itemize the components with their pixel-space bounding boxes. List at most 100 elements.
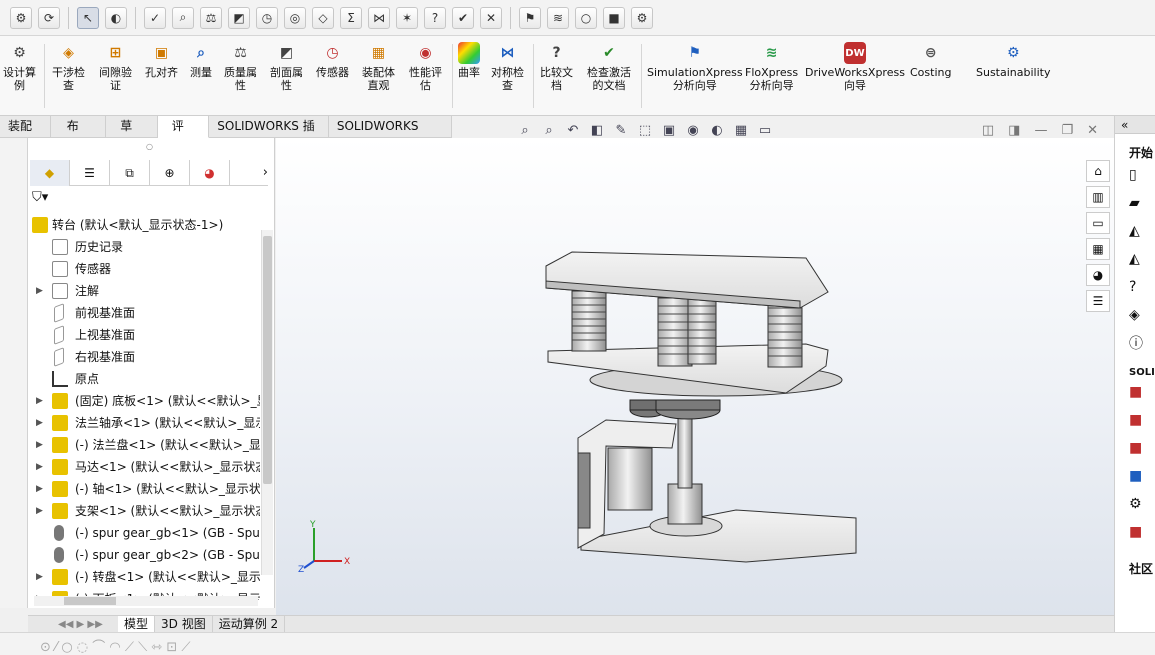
info-icon[interactable]: ⓘ (1115, 329, 1155, 357)
curvature-icon[interactable]: ✶ (396, 6, 418, 29)
graphics-viewport[interactable]: ⌕ ⌕ ↶ ◧ ✎ ⬚ ▣ ◉ ◐ ▦ ▭ ◫ ◨ — ❐ ✕ Y X Z (276, 123, 1114, 616)
appearances-icon[interactable]: ◕ (1086, 264, 1110, 286)
home-icon[interactable]: ⌂ (1086, 160, 1110, 182)
previous-view-icon[interactable]: ↶ (564, 121, 582, 139)
shaft[interactable] (677, 407, 693, 489)
configurationmanager-tab-icon[interactable]: ⧉ (110, 160, 150, 186)
restore-icon[interactable]: ❐ (1061, 123, 1073, 138)
solidworks-app-icon[interactable]: ⚙ (1115, 490, 1155, 518)
tab-3d-view[interactable]: 3D 视图 (155, 615, 213, 633)
section-properties-button[interactable]: ◩ 剖面属 性 (270, 42, 303, 92)
scrollbar-thumb[interactable] (64, 597, 116, 605)
base-plate[interactable] (580, 509, 857, 563)
spring-right[interactable] (767, 300, 803, 368)
view-settings-icon[interactable]: ▭ (756, 121, 774, 139)
tree-item[interactable]: 传感器 (28, 258, 260, 280)
tree-item[interactable]: ▶ 注解 (28, 280, 260, 302)
expand-arrow-icon[interactable]: ▶ (36, 456, 46, 478)
dimxpert-tab-icon[interactable]: ⊕ (150, 160, 190, 186)
symmetry-icon[interactable]: ⋈ (368, 6, 390, 29)
simulationxpress-button[interactable]: ⚑ SimulationXpress 分析向导 (647, 42, 743, 92)
zoom-to-area-icon[interactable]: ⌕ (540, 121, 558, 139)
tree-item[interactable]: ▶ 支架<1> (默认<<默认>_显示状态 (28, 500, 260, 522)
mass-properties-button[interactable]: ⚖ 质量属 性 (224, 42, 257, 92)
spring-center-right[interactable] (687, 297, 717, 365)
tab-solidworks-addins[interactable]: SOLIDWORKS 插件 (209, 116, 329, 154)
spring-center-left[interactable] (657, 297, 693, 367)
zoom-to-fit-icon[interactable]: ⌕ (516, 121, 534, 139)
tab-model[interactable]: 模型 (118, 615, 156, 633)
tab-motion-study[interactable]: 运动算例 2 (213, 615, 286, 633)
custom-properties-icon[interactable]: ☰ (1086, 290, 1110, 312)
tab-evaluate[interactable]: 评估 (157, 116, 210, 154)
driveworksxpress-button[interactable]: DW DriveWorksXpress 向导 (805, 42, 905, 92)
performance-button[interactable]: ◉ 性能评 估 (409, 42, 442, 92)
apply-scene-icon[interactable]: ▦ (732, 121, 750, 139)
solidworks-app-icon[interactable]: ■ (1115, 378, 1155, 406)
solidworks-app-icon[interactable]: ■ (1115, 406, 1155, 434)
symmetry-check-button[interactable]: ⋈ 对称检 查 (491, 42, 524, 92)
sketch-tools-icon[interactable]: ⊙ ⁄ ○ ◌ ⌒ ◠ ⟋ ⟍ ⇿ ⊡ ⟋ (40, 636, 191, 655)
tree-item[interactable]: (-) spur gear_gb<2> (GB - Spur (28, 544, 260, 566)
training-icon[interactable]: ◭ (1115, 245, 1155, 273)
tree-root[interactable]: 转台 (默认<默认_显示状态-1>) (28, 214, 260, 236)
spring-left[interactable] (571, 290, 607, 352)
simulation-icon[interactable]: ⚑ (519, 6, 541, 29)
solidworks-app-icon[interactable]: ■ (1115, 462, 1155, 490)
floxpress-icon[interactable]: ≋ (547, 6, 569, 29)
tab-layout[interactable]: 布局 (51, 116, 107, 154)
tree-item[interactable]: 原点 (28, 368, 260, 390)
open-document-icon[interactable]: ▰ (1115, 189, 1155, 217)
tree-vertical-scrollbar[interactable] (261, 230, 273, 575)
dynamic-annotation-icon[interactable]: ✎ (612, 121, 630, 139)
tutorials-icon[interactable]: ◭ (1115, 217, 1155, 245)
expand-arrow-icon[interactable]: ▶ (36, 500, 46, 522)
check-active-doc-icon[interactable]: ✔ (452, 6, 474, 29)
clearance-verification-button[interactable]: ⊞ 间隙验 证 (99, 42, 132, 92)
appearance-icon[interactable]: ◐ (105, 6, 127, 29)
spell-check-icon[interactable]: ✓ (144, 6, 166, 29)
solidworks-app-icon[interactable]: ■ (1115, 434, 1155, 462)
costing-button[interactable]: ⊜ Costing (910, 42, 951, 79)
tree-item[interactable]: ▶ (-) 轴<1> (默认<<默认>_显示状态 (28, 478, 260, 500)
panel-grip-icon[interactable]: ○ (146, 142, 153, 151)
close-x-icon[interactable]: ✕ (480, 6, 502, 29)
floxpress-button[interactable]: ≋ FloXpress 分析向导 (745, 42, 798, 92)
tree-item[interactable]: ▶ (-) 法兰盘<1> (默认<<默认>_显示 (28, 434, 260, 456)
expand-arrow-icon[interactable]: ▶ (36, 478, 46, 500)
sustainability-icon[interactable]: ⚙ (631, 6, 653, 29)
section-properties-icon[interactable]: ◩ (228, 6, 250, 29)
next-icon[interactable]: ◨ (1008, 123, 1020, 138)
filter-icon[interactable]: ⛉▾ (32, 190, 60, 210)
curvature-button[interactable]: 曲率 (458, 42, 480, 79)
mass-properties-icon[interactable]: ⚖ (200, 6, 222, 29)
hide-show-icon[interactable]: ◉ (684, 121, 702, 139)
display-manager-tab-icon[interactable]: ◕ (190, 160, 230, 186)
expand-arrow-icon[interactable]: ▶ (36, 412, 46, 434)
file-explorer-icon[interactable]: ▭ (1086, 212, 1110, 234)
costing-icon[interactable]: ○ (575, 6, 597, 29)
tree-item[interactable]: (-) spur gear_gb<1> (GB - Spur (28, 522, 260, 544)
tree-item[interactable]: ▶ 法兰轴承<1> (默认<<默认>_显示 (28, 412, 260, 434)
tree-item[interactable]: ▶ (-) 转盘<1> (默认<<默认>_显示状 (28, 566, 260, 588)
scrollbar-thumb[interactable] (263, 236, 272, 484)
edit-appearance-icon[interactable]: ◐ (708, 121, 726, 139)
expand-arrow-icon[interactable]: ▶ (36, 566, 46, 588)
options-icon[interactable]: ⚙ (10, 6, 32, 29)
new-document-icon[interactable]: ▯ (1115, 161, 1155, 189)
driveworks-icon[interactable]: ■ (603, 6, 625, 29)
check-active-document-button[interactable]: ✔ 检查激活 的文档 (587, 42, 631, 92)
resource-icon[interactable]: ◈ (1115, 301, 1155, 329)
view-orientation-icon[interactable]: ⬚ (636, 121, 654, 139)
sustainability-button[interactable]: ⚙ Sustainability (976, 42, 1050, 79)
tree-item[interactable]: ▶ (固定) 底板<1> (默认<<默认>_显 (28, 390, 260, 412)
bearing[interactable] (667, 483, 703, 525)
select-icon[interactable]: ↖ (77, 6, 99, 29)
design-library-icon[interactable]: ▥ (1086, 186, 1110, 208)
task-pane-collapse-button[interactable]: « (1115, 116, 1155, 134)
tab-solidworks-mbd[interactable]: SOLIDWORKS MBD (329, 116, 452, 154)
tree-item[interactable]: 前视基准面 (28, 302, 260, 324)
compare-icon[interactable]: ? (424, 6, 446, 29)
propertymanager-tab-icon[interactable]: ☰ (70, 160, 110, 186)
sensor-icon[interactable]: ◷ (256, 6, 278, 29)
